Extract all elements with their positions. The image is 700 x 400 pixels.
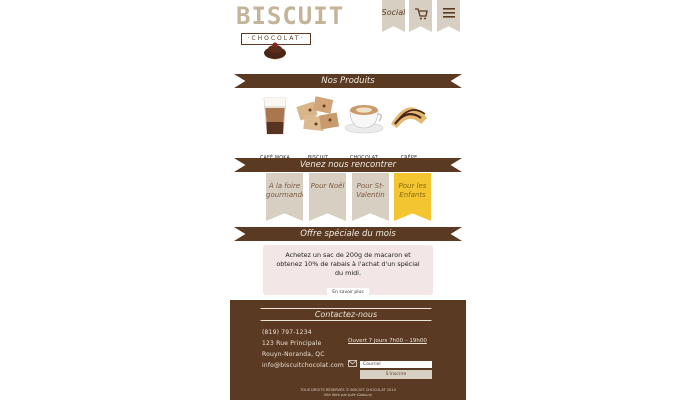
menu-button[interactable] <box>437 0 460 32</box>
cart-icon <box>414 8 428 20</box>
copyright: TOUS DROITS RÉSERVÉS © BISCUIT CHOCOLAT … <box>230 388 466 398</box>
hot-chocolate-cup-icon <box>344 105 384 134</box>
footer: Contactez-nous (819) 797-1234 123 Rue Pr… <box>230 300 466 400</box>
offer-text: Achetez un sac de 200g de macaron et obt… <box>276 251 420 277</box>
event-flag-foire[interactable]: À la foire gourmande <box>266 173 303 221</box>
newsletter-email-input[interactable]: Courriel <box>360 361 432 368</box>
contact-ribbon: Contactez-nous <box>260 308 432 321</box>
learn-more-button[interactable]: En savoir plus <box>327 288 369 297</box>
event-flag-enfants[interactable]: Pour les Enfants <box>394 173 431 221</box>
page: BISCUIT ·CHOCOLAT· Social Nos Produits C… <box>230 0 466 400</box>
event-flag-noel[interactable]: Pour Noël <box>309 173 346 221</box>
biscuit-icon <box>296 96 340 132</box>
product-cafe-moka[interactable]: CAFÉ MOKA <box>252 94 298 162</box>
cupcake-logo-icon <box>264 42 286 60</box>
product-crepe[interactable]: CRÊPE <box>386 94 432 162</box>
contact-email[interactable]: info@biscuitchocolat.com <box>262 362 344 369</box>
hamburger-menu-icon <box>442 8 455 18</box>
event-flag-st-valentin[interactable]: Pour St-Valentin <box>352 173 389 221</box>
cart-button[interactable] <box>409 0 432 32</box>
events-ribbon: Venez nous rencontrer <box>234 158 462 172</box>
social-tab[interactable]: Social <box>382 0 405 32</box>
subscribe-button[interactable]: S'inscrire <box>360 370 432 379</box>
contact-city: Rouyn-Noranda, QC <box>262 351 325 358</box>
opening-hours: Ouvert 7 jours 7h00 – 19h00 <box>348 338 427 344</box>
crepe-icon <box>391 107 427 128</box>
social-tab-label: Social <box>381 8 406 17</box>
contact-address: 123 Rue Principale <box>262 340 322 347</box>
contact-phone[interactable]: (819) 797-1234 <box>262 329 312 336</box>
product-chocolat-chaud[interactable]: CHOCOLAT CHAUD <box>341 94 387 167</box>
offer-card: Achetez un sac de 200g de macaron et obt… <box>263 245 433 297</box>
offer-ribbon: Offre spéciale du mois <box>234 227 462 241</box>
envelope-icon <box>348 360 357 367</box>
product-biscuit[interactable]: BISCUIT <box>295 94 341 162</box>
moka-glass-icon <box>263 97 287 135</box>
products-ribbon: Nos Produits <box>234 74 462 88</box>
site-credit: Site Web par Julie Gadoury <box>323 393 373 397</box>
logo-wordmark[interactable]: BISCUIT <box>236 2 343 30</box>
